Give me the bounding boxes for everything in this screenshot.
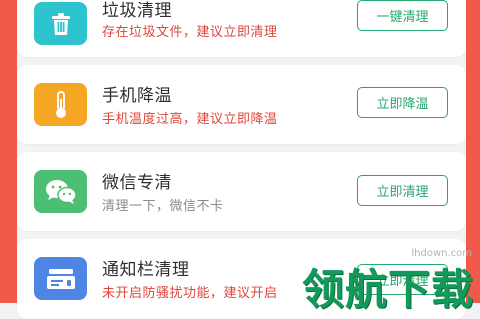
card-subtitle: 未开启防骚扰功能，建议开启 — [102, 286, 278, 301]
site-watermark: lhdown.com 领航下载 — [296, 248, 480, 314]
card-wechat-cleanup[interactable]: 微信专清 清理一下，微信不卡 立即清理 — [17, 152, 466, 231]
card-title: 通知栏清理 — [102, 260, 190, 280]
wechat-icon — [34, 170, 87, 213]
cleanup-tools-screen: 垃圾清理 存在垃圾文件，建议立即清理 一键清理 手机降温 手机温度过高，建议立即… — [0, 0, 480, 319]
one-click-clean-button[interactable]: 一键清理 — [357, 0, 448, 31]
card-phone-cooling[interactable]: 手机降温 手机温度过高，建议立即降温 立即降温 — [17, 65, 466, 144]
card-title: 垃圾清理 — [102, 1, 172, 21]
card-subtitle: 清理一下，微信不卡 — [102, 199, 224, 214]
card-title: 手机降温 — [102, 86, 172, 106]
card-junk-cleanup[interactable]: 垃圾清理 存在垃圾文件，建议立即清理 一键清理 — [17, 0, 466, 57]
cool-down-now-button[interactable]: 立即降温 — [357, 87, 448, 118]
left-background-strip — [0, 0, 17, 303]
card-title: 微信专清 — [102, 173, 172, 193]
trash-icon — [34, 2, 87, 45]
card-subtitle: 存在垃圾文件，建议立即清理 — [102, 25, 278, 40]
notification-bar-icon — [34, 257, 87, 300]
card-subtitle: 手机温度过高，建议立即降温 — [102, 112, 278, 127]
watermark-logo-text: 领航下载 — [301, 265, 474, 314]
thermometer-icon — [34, 83, 87, 126]
clean-now-button[interactable]: 立即清理 — [357, 175, 448, 206]
